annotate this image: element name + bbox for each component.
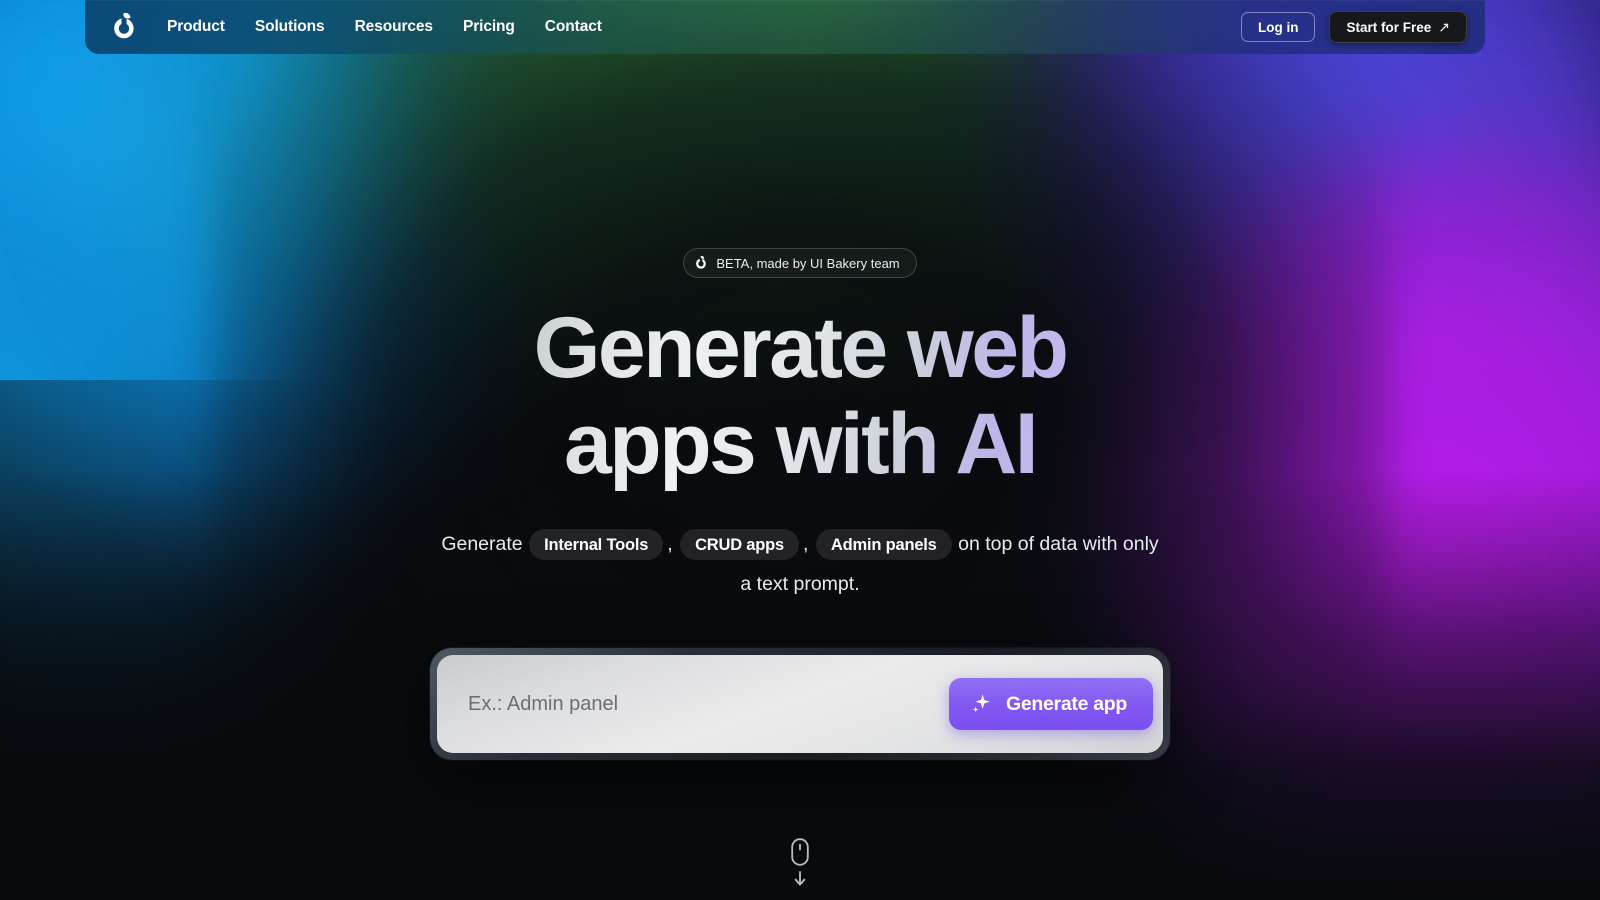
subhead-pill-internal-tools[interactable]: Internal Tools [529,529,664,561]
start-for-free-button[interactable]: Start for Free ↗ [1329,11,1467,43]
page-title: Generate web apps with AI [534,300,1067,492]
ui-bakery-logo-icon [108,11,138,43]
arrow-up-right-icon: ↗ [1438,19,1450,35]
nav-item-product[interactable]: Product [167,18,225,36]
subhead-separator-1: , [667,533,673,555]
start-for-free-label: Start for Free [1346,19,1432,35]
subhead-tail: on top of data [958,533,1078,555]
headline-line-1: Generate web [533,300,1067,396]
header-actions: Log in Start for Free ↗ [1240,11,1467,43]
landing-page: Product Solutions Resources Pricing Cont… [0,0,1600,900]
generate-app-button[interactable]: Generate app [948,678,1153,730]
arrow-down-icon [792,870,808,888]
subhead-separator-2: , [803,533,809,555]
beta-badge-label: BETA, made by UI Bakery team [716,255,900,271]
beta-badge: BETA, made by UI Bakery team [683,248,917,278]
prompt-box-frame: Generate app [430,648,1170,760]
prompt-input[interactable] [468,692,949,716]
site-header: Product Solutions Resources Pricing Cont… [85,0,1485,54]
prompt-box: Generate app [437,655,1163,753]
hero-subheading: Generate Internal Tools, CRUD apps, Admi… [440,524,1160,604]
headline-line-2: apps with AI [563,396,1037,492]
nav-item-resources[interactable]: Resources [355,18,433,36]
primary-nav: Product Solutions Resources Pricing Cont… [167,18,602,36]
subhead-lead: Generate [441,533,523,555]
subhead-pill-admin-panels[interactable]: Admin panels [815,529,952,561]
nav-item-solutions[interactable]: Solutions [255,18,325,36]
nav-item-contact[interactable]: Contact [545,18,602,36]
mouse-icon [790,837,810,867]
logo-link[interactable] [101,5,145,49]
subhead-pill-crud-apps[interactable]: CRUD apps [680,529,800,561]
scroll-hint[interactable] [790,837,810,888]
sparkle-icon [969,692,993,716]
login-button[interactable]: Log in [1240,12,1316,42]
generate-app-label: Generate app [1005,692,1127,715]
ui-bakery-logo-icon [693,255,708,271]
nav-item-pricing[interactable]: Pricing [463,18,515,36]
